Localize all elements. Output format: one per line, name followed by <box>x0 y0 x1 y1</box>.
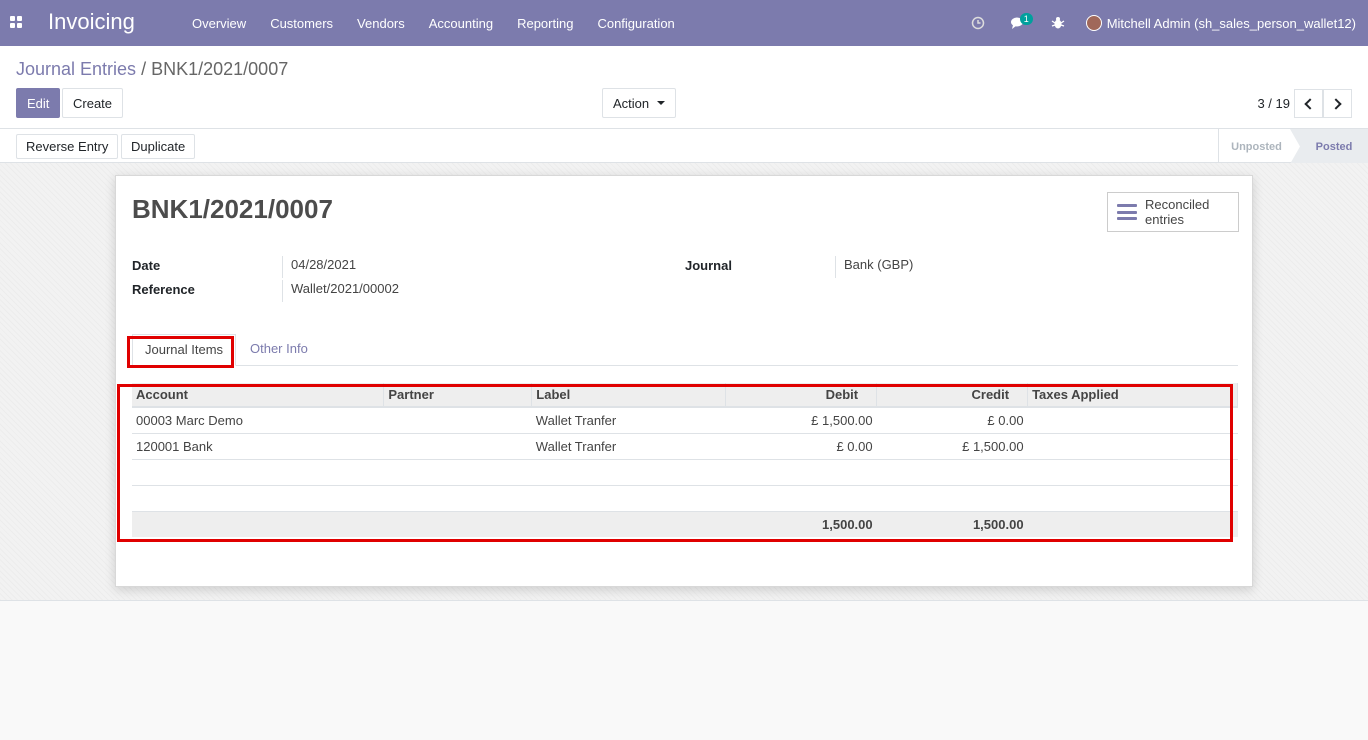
date-value: 04/28/2021 <box>282 256 356 278</box>
menu-customers[interactable]: Customers <box>258 16 345 31</box>
stage-posted[interactable]: Posted <box>1290 129 1368 164</box>
user-menu[interactable]: Mitchell Admin (sh_sales_person_wallet12… <box>1078 15 1368 31</box>
col-partner[interactable]: Partner <box>383 383 533 408</box>
menu-accounting[interactable]: Accounting <box>417 16 505 31</box>
form-background: BNK1/2021/0007 Reconciled entries Date 0… <box>0 163 1368 601</box>
empty-row <box>132 459 1238 486</box>
status-bar: Reverse Entry Duplicate Unposted Posted <box>0 128 1368 164</box>
menu-vendors[interactable]: Vendors <box>345 16 417 31</box>
reconciled-entries-label: Reconciled entries <box>1145 197 1210 227</box>
entry-title: BNK1/2021/0007 <box>132 194 333 224</box>
total-credit: 1,500.00 <box>876 511 1028 537</box>
cell-label: Wallet Tranfer <box>531 433 726 460</box>
cell-credit: £ 0.00 <box>876 407 1028 434</box>
create-button[interactable]: Create <box>62 88 124 118</box>
pager-value[interactable]: 3 / 19 <box>1257 96 1290 111</box>
cell-account: 00003 Marc Demo <box>132 407 384 434</box>
pager-next-button[interactable] <box>1323 89 1352 118</box>
action-label: Action <box>613 95 650 111</box>
breadcrumb-journal-entries[interactable]: Journal Entries <box>16 59 136 79</box>
messages-icon[interactable]: 1 <box>998 0 1038 46</box>
col-account[interactable]: Account <box>132 383 385 408</box>
edit-button[interactable]: Edit <box>16 88 61 118</box>
journal-value: Bank (GBP) <box>835 256 913 278</box>
reference-label: Reference <box>132 282 195 297</box>
cell-taxes <box>1027 433 1238 460</box>
totals-row: 1,500.00 1,500.00 <box>132 511 1238 537</box>
cell-taxes <box>1027 407 1238 434</box>
col-taxes-applied[interactable]: Taxes Applied <box>1027 383 1238 408</box>
list-icon <box>1117 204 1137 220</box>
systray: 1 Mitchell Admin (sh_sales_person_wallet… <box>958 0 1368 46</box>
action-dropdown[interactable]: Action <box>602 88 677 118</box>
table-row[interactable]: 120001 Bank Wallet Tranfer £ 0.00 £ 1,50… <box>132 433 1238 460</box>
duplicate-button[interactable]: Duplicate <box>121 134 196 159</box>
tab-other-info[interactable]: Other Info <box>238 334 320 366</box>
chevron-right-icon <box>1330 97 1342 110</box>
tab-journal-items[interactable]: Journal Items <box>132 334 237 366</box>
clock-icon[interactable] <box>958 0 998 46</box>
reverse-entry-button[interactable]: Reverse Entry <box>16 134 119 159</box>
cell-account: 120001 Bank <box>132 433 384 460</box>
empty-row <box>132 485 1238 512</box>
col-credit[interactable]: Credit <box>876 383 1029 408</box>
notebook-tabs: Journal Items Other Info <box>132 334 1238 366</box>
col-debit[interactable]: Debit <box>725 383 878 408</box>
control-panel: Journal Entries / BNK1/2021/0007 Edit Cr… <box>0 46 1368 164</box>
reference-value: Wallet/2021/00002 <box>282 280 399 302</box>
caret-down-icon <box>657 101 666 105</box>
cell-credit: £ 1,500.00 <box>876 433 1028 460</box>
avatar <box>1085 15 1102 31</box>
cell-partner <box>383 407 532 434</box>
debug-bug-icon[interactable] <box>1038 0 1078 46</box>
app-title[interactable]: Invoicing <box>48 9 135 35</box>
col-label[interactable]: Label <box>531 383 727 408</box>
top-navbar: Invoicing Overview Customers Vendors Acc… <box>0 0 1368 46</box>
table-row[interactable]: 00003 Marc Demo Wallet Tranfer £ 1,500.0… <box>132 407 1238 434</box>
stage-unposted[interactable]: Unposted <box>1218 129 1294 164</box>
cell-partner <box>383 433 532 460</box>
reconciled-entries-button[interactable]: Reconciled entries <box>1107 192 1239 232</box>
cell-debit: £ 0.00 <box>725 433 877 460</box>
user-name: Mitchell Admin (sh_sales_person_wallet12… <box>1106 15 1356 31</box>
pager-previous-button[interactable] <box>1294 89 1323 118</box>
journal-label: Journal <box>685 258 732 273</box>
total-debit: 1,500.00 <box>725 511 877 537</box>
menu-reporting[interactable]: Reporting <box>505 16 585 31</box>
journal-items-table: Account Partner Label Debit Credit Taxes… <box>132 383 1238 537</box>
date-label: Date <box>132 258 161 273</box>
breadcrumb-separator: / <box>141 59 147 79</box>
breadcrumb-current: BNK1/2021/0007 <box>151 59 289 79</box>
cell-debit: £ 1,500.00 <box>725 407 877 434</box>
breadcrumb: Journal Entries / BNK1/2021/0007 <box>16 59 288 80</box>
apps-menu-icon[interactable] <box>10 16 22 28</box>
cell-label: Wallet Tranfer <box>531 407 726 434</box>
chevron-left-icon <box>1304 97 1316 110</box>
menu-overview[interactable]: Overview <box>180 16 258 31</box>
form-sheet: BNK1/2021/0007 Reconciled entries Date 0… <box>115 175 1253 587</box>
menu-configuration[interactable]: Configuration <box>585 16 686 31</box>
main-menu: Overview Customers Vendors Accounting Re… <box>180 0 687 46</box>
messages-badge: 1 <box>1019 13 1033 25</box>
